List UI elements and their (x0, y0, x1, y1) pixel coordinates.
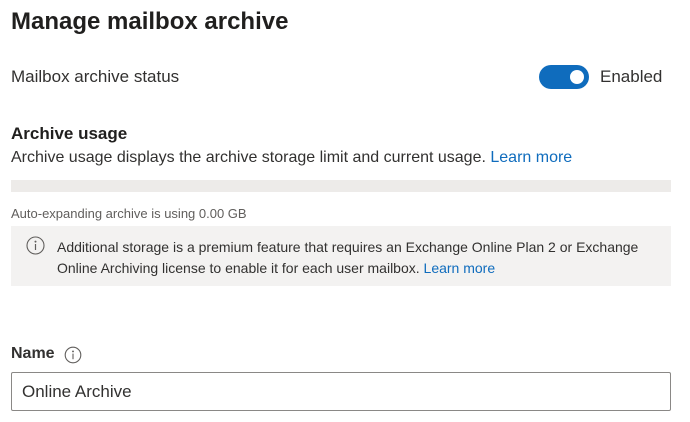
premium-storage-learn-more-link[interactable]: Learn more (424, 260, 496, 276)
archive-usage-heading: Archive usage (11, 124, 128, 143)
page-title: Manage mailbox archive (11, 8, 289, 35)
archive-usage-description: Archive usage displays the archive stora… (11, 149, 572, 167)
toggle-state-text: Enabled (600, 67, 663, 86)
archive-usage-description-text: Archive usage displays the archive stora… (11, 149, 486, 166)
info-icon (26, 236, 45, 255)
archive-usage-progress-bar (11, 180, 671, 192)
archive-status-toggle[interactable] (539, 65, 589, 89)
toggle-knob (570, 70, 584, 84)
archive-status-label: Mailbox archive status (11, 67, 180, 86)
auto-expanding-usage-note: Auto-expanding archive is using 0.00 GB (11, 206, 247, 221)
name-field-label: Name (11, 345, 55, 362)
premium-storage-info-text: Additional storage is a premium feature … (57, 237, 657, 279)
manage-mailbox-archive-panel: Manage mailbox archive Mailbox archive s… (0, 0, 690, 422)
premium-storage-info-message: Additional storage is a premium feature … (57, 239, 639, 276)
archive-usage-learn-more-link[interactable]: Learn more (490, 149, 572, 166)
premium-storage-info-box: Additional storage is a premium feature … (11, 226, 671, 286)
name-info-icon[interactable] (64, 346, 82, 364)
name-input[interactable] (11, 372, 671, 411)
